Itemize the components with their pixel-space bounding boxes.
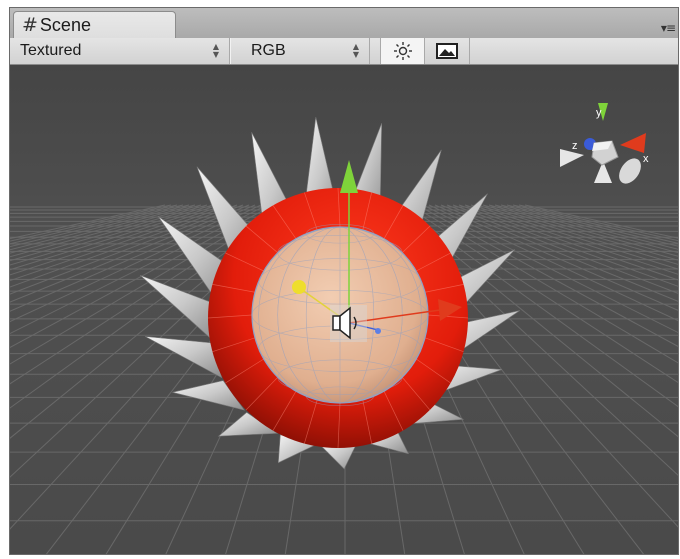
- image-icon: [436, 43, 458, 59]
- render-mode-dropdown[interactable]: Textured ▲ ▼: [10, 38, 230, 64]
- scene-toolbar: Textured ▲ ▼ RGB ▲ ▼: [10, 38, 678, 65]
- z-axis-handle[interactable]: [375, 328, 381, 334]
- audio-source-icon[interactable]: [330, 305, 367, 342]
- scene-window: # Scene ▾≡ Textured ▲ ▼ RGB ▲ ▼ y x z: [9, 7, 679, 555]
- scene-hash-icon: #: [22, 13, 38, 36]
- scene-lighting-toggle[interactable]: [380, 38, 425, 64]
- gizmo-x-label: x: [643, 153, 649, 165]
- window-menu-icon[interactable]: ▾≡: [661, 21, 676, 35]
- light-handle[interactable]: [292, 280, 306, 294]
- sun-icon: [393, 42, 412, 60]
- dropdown-arrows-icon: ▲ ▼: [212, 42, 219, 59]
- gizmo-z-label: z: [572, 140, 578, 152]
- scene-viewport[interactable]: y x z: [10, 65, 679, 555]
- tab-scene[interactable]: # Scene: [13, 11, 176, 38]
- scene-canvas[interactable]: y x z: [10, 65, 679, 555]
- tab-scene-label: Scene: [39, 14, 91, 35]
- dropdown-arrows-icon: ▲ ▼: [352, 42, 359, 59]
- tab-bar: # Scene ▾≡: [10, 8, 678, 38]
- skybox-toggle[interactable]: [425, 38, 470, 64]
- color-mode-value: RGB: [251, 42, 286, 59]
- render-mode-value: Textured: [20, 42, 82, 59]
- gizmo-y-label: y: [596, 107, 602, 119]
- color-mode-dropdown[interactable]: RGB ▲ ▼: [230, 38, 370, 64]
